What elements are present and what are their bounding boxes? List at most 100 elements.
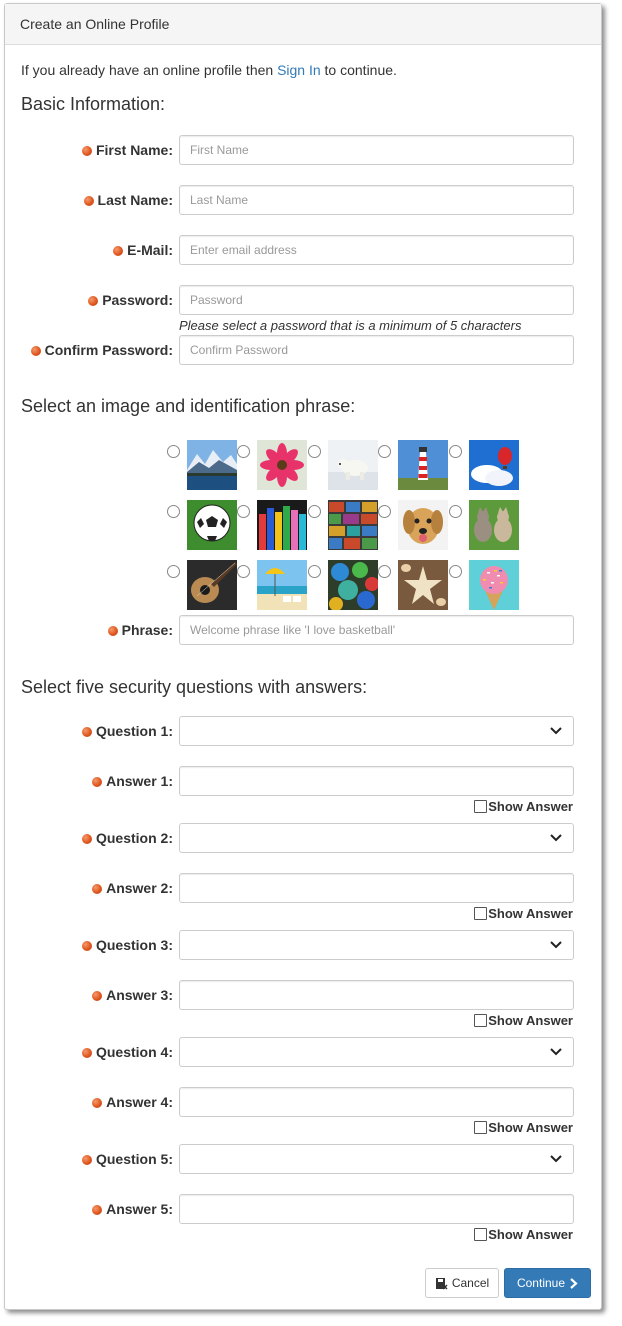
panel-title: Create an Online Profile: [5, 4, 601, 45]
first-name-input[interactable]: [179, 135, 574, 165]
image-radio[interactable]: [378, 565, 391, 578]
chevron-down-icon: [550, 1048, 562, 1056]
email-label: E-Mail:: [113, 235, 173, 265]
image-radio[interactable]: [237, 445, 250, 458]
answer-3-row: Answer 3:: [5, 980, 603, 1010]
image-radio[interactable]: [449, 505, 462, 518]
answer-4-label: Answer 4:: [92, 1087, 173, 1117]
question-4-select[interactable]: [179, 1037, 574, 1067]
email-row: E-Mail:: [5, 235, 603, 265]
image-radio[interactable]: [378, 445, 391, 458]
sign-in-link[interactable]: Sign In: [277, 62, 321, 78]
image-radio[interactable]: [378, 505, 391, 518]
intro-after: to continue.: [320, 62, 397, 78]
save-cancel-icon: [435, 1277, 448, 1290]
question-2-row: Question 2:: [5, 823, 603, 853]
guitar-image: [187, 560, 237, 610]
chevron-down-icon: [550, 834, 562, 842]
show-answer-checkbox[interactable]: [474, 1228, 488, 1241]
image-radio[interactable]: [167, 445, 180, 458]
answer-3-input[interactable]: [179, 980, 574, 1010]
image-option[interactable]: [308, 440, 378, 490]
confirm-password-input[interactable]: [179, 335, 574, 365]
image-radio[interactable]: [167, 505, 180, 518]
required-icon: [88, 296, 99, 306]
cancel-label: Cancel: [451, 1276, 490, 1290]
image-option[interactable]: [237, 500, 307, 550]
image-radio[interactable]: [449, 445, 462, 458]
show-answer-checkbox[interactable]: [474, 1014, 488, 1027]
last-name-input[interactable]: [179, 185, 574, 215]
image-radio[interactable]: [449, 565, 462, 578]
chevron-down-icon: [550, 727, 562, 735]
image-radio[interactable]: [308, 445, 321, 458]
polar-bear-image: [328, 440, 378, 490]
continue-button[interactable]: Continue: [504, 1268, 591, 1298]
show-answer-5-toggle[interactable]: Show Answer: [474, 1227, 573, 1242]
show-answer-3-toggle[interactable]: Show Answer: [474, 1013, 573, 1028]
password-row: Password:: [5, 285, 603, 315]
question-2-select[interactable]: [179, 823, 574, 853]
answer-2-input[interactable]: [179, 873, 574, 903]
image-option[interactable]: [378, 440, 448, 490]
question-5-select[interactable]: [179, 1144, 574, 1174]
question-4-label: Question 4:: [81, 1037, 173, 1067]
image-option[interactable]: [237, 440, 307, 490]
question-5-row: Question 5:: [5, 1144, 603, 1174]
password-help-text: Please select a password that is a minim…: [179, 318, 522, 333]
cats-image: [469, 500, 519, 550]
image-option[interactable]: [378, 560, 448, 610]
image-option[interactable]: [449, 560, 519, 610]
show-answer-checkbox[interactable]: [474, 1121, 488, 1134]
image-option[interactable]: [167, 560, 237, 610]
required-icon: [81, 146, 92, 156]
answer-4-input[interactable]: [179, 1087, 574, 1117]
image-option[interactable]: [378, 500, 448, 550]
starfish-shells-image: [398, 560, 448, 610]
question-1-select[interactable]: [179, 716, 574, 746]
show-answer-checkbox[interactable]: [474, 800, 488, 813]
confirm-password-row: Confirm Password:: [5, 335, 603, 365]
marbles-image: [328, 560, 378, 610]
question-1-row: Question 1:: [5, 716, 603, 746]
required-icon: [81, 834, 92, 844]
email-input[interactable]: [179, 235, 574, 265]
phrase-input[interactable]: [179, 615, 574, 645]
image-radio[interactable]: [237, 505, 250, 518]
answer-5-input[interactable]: [179, 1194, 574, 1224]
required-icon: [81, 727, 92, 737]
image-option[interactable]: [449, 500, 519, 550]
image-option[interactable]: [308, 560, 378, 610]
show-answer-4-toggle[interactable]: Show Answer: [474, 1120, 573, 1135]
password-input[interactable]: [179, 285, 574, 315]
image-radio[interactable]: [237, 565, 250, 578]
image-option[interactable]: [449, 440, 519, 490]
show-answer-checkbox[interactable]: [474, 907, 488, 920]
password-label: Password:: [88, 285, 173, 315]
image-option[interactable]: [167, 440, 237, 490]
answer-2-row: Answer 2:: [5, 873, 603, 903]
chevron-right-icon: [570, 1277, 578, 1289]
last-name-row: Last Name:: [5, 185, 603, 215]
pink-flower-image: [257, 440, 307, 490]
show-answer-2-toggle[interactable]: Show Answer: [474, 906, 573, 921]
answer-5-row: Answer 5:: [5, 1194, 603, 1224]
show-answer-1-toggle[interactable]: Show Answer: [474, 799, 573, 814]
image-option[interactable]: [308, 500, 378, 550]
image-option[interactable]: [167, 500, 237, 550]
crayons-image: [257, 500, 307, 550]
question-3-select[interactable]: [179, 930, 574, 960]
image-radio[interactable]: [308, 505, 321, 518]
cancel-button[interactable]: Cancel: [425, 1268, 499, 1298]
security-heading: Select five security questions with answ…: [21, 677, 368, 697]
image-option[interactable]: [237, 560, 307, 610]
required-icon: [83, 196, 94, 206]
answer-1-input[interactable]: [179, 766, 574, 796]
sprinkle-ice-cream-image: [469, 560, 519, 610]
image-radio[interactable]: [167, 565, 180, 578]
answer-3-label: Answer 3:: [92, 980, 173, 1010]
continue-label: Continue: [516, 1276, 566, 1290]
first-name-label: First Name:: [81, 135, 173, 165]
question-2-label: Question 2:: [81, 823, 173, 853]
image-radio[interactable]: [308, 565, 321, 578]
